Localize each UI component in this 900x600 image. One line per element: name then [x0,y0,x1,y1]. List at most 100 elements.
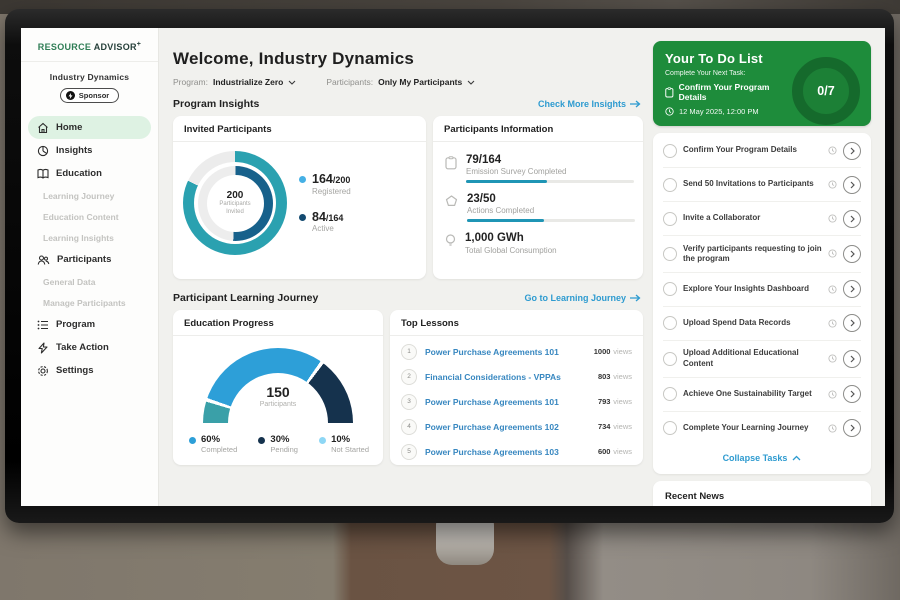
donut-legend: 164/200 Registered 84/164 Active [299,173,351,234]
sidebar-item-program[interactable]: Program [28,313,151,336]
task-open-button[interactable] [843,210,861,228]
go-to-learning-journey-link[interactable]: Go to Learning Journey [524,293,641,303]
todo-task-row: Explore Your Insights Dashboard [663,273,861,307]
sidebar-item-education-content[interactable]: Education Content [28,206,151,227]
task-open-button[interactable] [843,280,861,298]
progress-fill [466,180,547,183]
pending-label: Pending [270,445,298,454]
recent-news-title: Recent News [665,491,859,502]
progress-fill [467,219,544,222]
participants-filter[interactable]: Participants: Only My Participants [326,77,475,87]
legend-active: 84/164 Active [299,211,351,234]
arrow-right-icon [630,100,641,108]
task-checkbox[interactable] [663,282,677,296]
lesson-rank: 5 [401,444,417,460]
check-more-insights-link[interactable]: Check More Insights [538,99,641,109]
task-checkbox[interactable] [663,387,677,401]
sidebar-item-learning-insights[interactable]: Learning Insights [28,227,151,248]
program-filter[interactable]: Program: Industrialize Zero [173,77,296,87]
lesson-link[interactable]: Power Purchase Agreements 102 [425,422,590,432]
collapse-tasks-label: Collapse Tasks [723,453,788,463]
chevron-up-icon [792,455,801,461]
invited-participants-donut-chart: 200 Participants Invited [183,151,287,255]
task-open-button[interactable] [843,314,861,332]
sidebar-item-manage-participants[interactable]: Manage Participants [28,292,151,313]
lesson-views-count: 803 [598,372,611,381]
clock-icon [828,180,837,189]
sidebar-item-take-action[interactable]: Take Action [28,336,151,359]
todo-progress-value: 0/7 [817,84,834,98]
task-open-button[interactable] [843,385,861,403]
chevron-right-icon [850,319,855,327]
sidebar-item-label: Insights [56,145,92,156]
clock-icon [828,390,837,399]
sidebar-item-learning-journey[interactable]: Learning Journey [28,185,151,206]
resource-advisor-logo: RESOURCE ADVISOR+ [21,28,158,62]
task-checkbox[interactable] [663,421,677,435]
sidebar-item-insights[interactable]: Insights [28,139,151,162]
chevron-down-icon [288,80,296,85]
completed-pct: 60% [201,434,237,445]
stat-actions-completed: 23/50 Actions Completed [445,188,631,227]
stat-label: Total Global Consumption [465,246,557,255]
clipboard-icon [665,87,674,98]
chevron-right-icon [850,250,855,258]
sidebar-item-education[interactable]: Education [28,162,151,185]
sidebar-item-home[interactable]: Home [28,116,151,139]
task-open-button[interactable] [843,350,861,368]
task-label: Send 50 Invitations to Participants [683,179,822,189]
clock-icon [828,146,837,155]
participants-information-title: Participants Information [433,116,643,142]
sidebar-item-general-data[interactable]: General Data [28,271,151,292]
registered-dot [299,176,306,183]
filter-bar: Program: Industrialize Zero Participants… [173,77,643,87]
stat-value: 79/164 [466,154,634,167]
stat-value: 1,000 GWh [465,232,557,245]
task-open-button[interactable] [843,419,861,437]
gauge-center-label: Participants [203,401,353,408]
stat-global-consumption: 1,000 GWh Total Global Consumption [445,227,631,263]
lesson-link[interactable]: Power Purchase Agreements 101 [425,347,586,357]
logo-advisor: ADVISOR [94,42,137,52]
lesson-views-suffix: views [613,447,632,456]
lesson-link[interactable]: Power Purchase Agreements 101 [425,397,590,407]
chevron-right-icon [850,147,855,155]
org-name: Industry Dynamics [21,72,158,82]
todo-task-row: Complete Your Learning Journey [663,412,861,445]
active-value: 84 [312,210,326,224]
task-open-button[interactable] [843,142,861,160]
chevron-right-icon [850,215,855,223]
sponsor-badge[interactable]: Sponsor [60,88,119,103]
task-checkbox[interactable] [663,144,677,158]
program-filter-label: Program: [173,77,208,87]
task-checkbox[interactable] [663,178,677,192]
sidebar-item-label: Take Action [56,342,109,353]
participants-filter-label: Participants: [326,77,373,87]
sidebar-item-settings[interactable]: Settings [28,359,151,382]
sponsor-label: Sponsor [79,91,109,100]
task-checkbox[interactable] [663,247,677,261]
task-checkbox[interactable] [663,352,677,366]
lesson-link[interactable]: Financial Considerations - VPPAs [425,372,590,382]
collapse-tasks-link[interactable]: Collapse Tasks [663,445,861,472]
lesson-views-count: 600 [598,447,611,456]
todo-due-date: 12 May 2025, 12:00 PM [679,107,759,116]
task-label: Upload Spend Data Records [683,318,822,328]
invited-participants-card: Invited Participants 200 Participants In… [173,116,426,279]
todo-task-row: Confirm Your Program Details [663,134,861,168]
task-label: Confirm Your Program Details [683,145,822,155]
task-checkbox[interactable] [663,212,677,226]
todo-task-row: Achieve One Sustainability Target [663,378,861,412]
chevron-right-icon [850,355,855,363]
chevron-right-icon [850,181,855,189]
lesson-link[interactable]: Power Purchase Agreements 103 [425,447,590,457]
task-checkbox[interactable] [663,316,677,330]
program-insights-title: Program Insights [173,98,259,110]
top-lessons-card: Top Lessons 1 Power Purchase Agreements … [390,310,643,465]
invited-participants-title: Invited Participants [173,116,426,142]
task-open-button[interactable] [843,245,861,263]
insights-icon [37,145,49,157]
lesson-row: 3 Power Purchase Agreements 101 793 view… [390,389,643,414]
task-open-button[interactable] [843,176,861,194]
sidebar-item-participants[interactable]: Participants [28,248,151,271]
